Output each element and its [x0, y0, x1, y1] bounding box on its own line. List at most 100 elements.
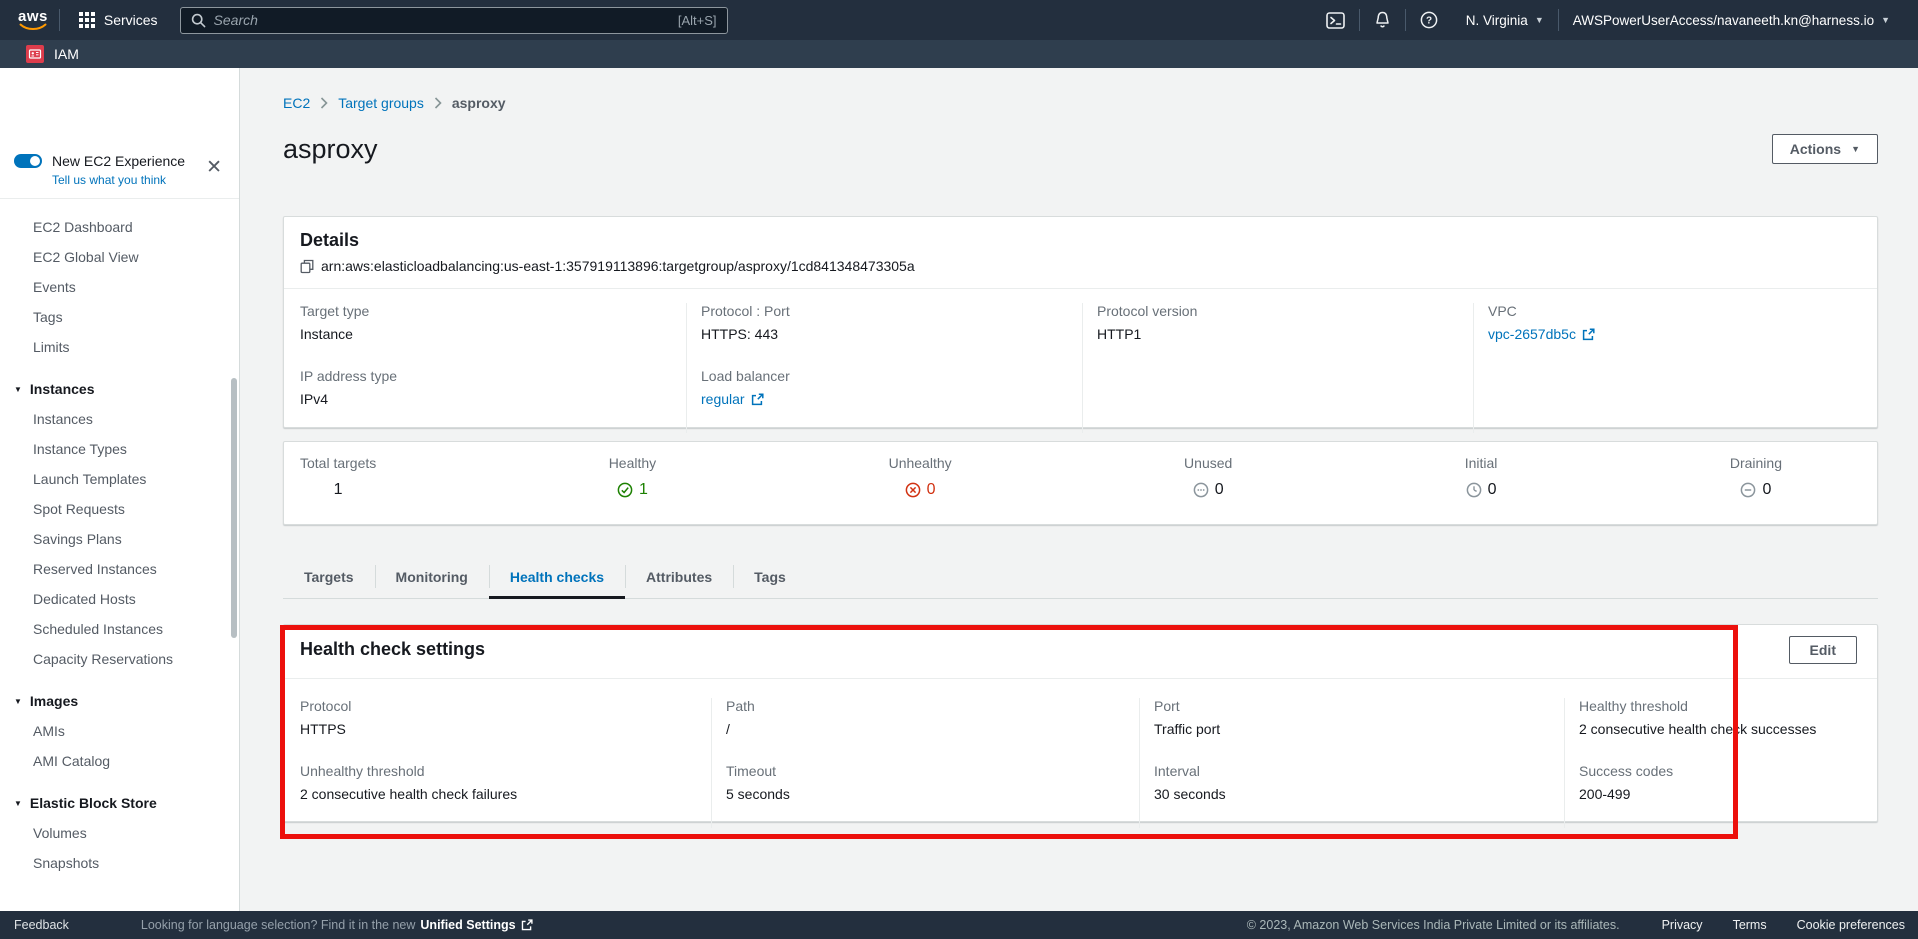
sidebar-item-reserved-instances[interactable]: Reserved Instances — [0, 554, 239, 584]
breadcrumb-ec2[interactable]: EC2 — [283, 95, 310, 111]
details-column-3: Protocol version HTTP1 — [1082, 303, 1473, 433]
services-label: Services — [104, 12, 158, 28]
close-icon[interactable]: ✕ — [206, 158, 222, 177]
sidebar-item-dedicated-hosts[interactable]: Dedicated Hosts — [0, 584, 239, 614]
search-icon — [191, 13, 206, 28]
external-link-icon — [1582, 328, 1595, 341]
field-label: VPC — [1488, 303, 1877, 319]
external-link-icon — [521, 919, 533, 931]
tab-health-checks[interactable]: Health checks — [489, 559, 625, 598]
field-value: 30 seconds — [1154, 786, 1564, 802]
vpc-link[interactable]: vpc-2657db5c — [1488, 326, 1595, 342]
sidebar-item-amis[interactable]: AMIs — [0, 716, 239, 746]
summary-total-targets: Total targets 1 — [300, 455, 376, 524]
sidebar-section-elastic-block-store[interactable]: ▼ Elastic Block Store — [0, 788, 239, 818]
field-label: Target type — [300, 303, 686, 319]
field-unhealthy-threshold: Unhealthy threshold 2 consecutive health… — [300, 763, 711, 802]
summary-value: 1 — [639, 481, 648, 499]
field-interval: Interval 30 seconds — [1154, 763, 1564, 802]
copyright-text: © 2023, Amazon Web Services India Privat… — [1247, 918, 1620, 932]
field-label: Load balancer — [701, 368, 1082, 384]
tell-us-link[interactable]: Tell us what you think — [52, 173, 225, 187]
tab-attributes[interactable]: Attributes — [625, 559, 733, 598]
privacy-link[interactable]: Privacy — [1662, 918, 1703, 932]
field-value: HTTPS: 443 — [701, 326, 1082, 342]
load-balancer-link-label: regular — [701, 391, 745, 407]
field-label: Port — [1154, 698, 1564, 714]
tab-tags[interactable]: Tags — [733, 559, 807, 598]
sidebar-item-instance-types[interactable]: Instance Types — [0, 434, 239, 464]
sidebar-item-volumes[interactable]: Volumes — [0, 818, 239, 848]
aws-logo[interactable]: aws — [18, 10, 48, 31]
summary-label: Total targets — [300, 455, 376, 471]
tab-monitoring[interactable]: Monitoring — [375, 559, 489, 598]
sidebar-section-images[interactable]: ▼ Images — [0, 686, 239, 716]
tab-targets[interactable]: Targets — [283, 559, 375, 598]
healthy-status-icon — [617, 482, 633, 498]
breadcrumb-separator-icon — [320, 97, 328, 109]
new-experience-block: New EC2 Experience Tell us what you thin… — [0, 68, 239, 199]
field-path: Path / — [726, 698, 1139, 737]
field-value: 2 consecutive health check successes — [1579, 721, 1877, 737]
region-label: N. Virginia — [1466, 13, 1528, 28]
sidebar-item-limits[interactable]: Limits — [0, 332, 239, 362]
summary-healthy: Healthy 1 — [609, 455, 656, 524]
sidebar-item-launch-templates[interactable]: Launch Templates — [0, 464, 239, 494]
global-search[interactable]: [Alt+S] — [180, 7, 728, 34]
sidebar-item-scheduled-instances[interactable]: Scheduled Instances — [0, 614, 239, 644]
cloudshell-terminal-icon — [1326, 12, 1345, 29]
cookie-preferences-link[interactable]: Cookie preferences — [1797, 918, 1905, 932]
sidebar-item-ec2-dashboard[interactable]: EC2 Dashboard — [0, 212, 239, 242]
region-selector[interactable]: N. Virginia ▼ — [1452, 0, 1558, 40]
sidebar-item-ami-catalog[interactable]: AMI Catalog — [0, 746, 239, 776]
chevron-down-icon: ▼ — [1851, 144, 1860, 154]
sidebar-item-instances[interactable]: Instances — [0, 404, 239, 434]
summary-label: Unused — [1184, 455, 1232, 471]
edit-button[interactable]: Edit — [1789, 636, 1857, 664]
search-input[interactable] — [214, 12, 678, 28]
sidebar-item-capacity-reservations[interactable]: Capacity Reservations — [0, 644, 239, 674]
account-menu[interactable]: AWSPowerUserAccess/navaneeth.kn@harness.… — [1559, 0, 1904, 40]
sidebar-section-label: Elastic Block Store — [30, 795, 157, 811]
summary-value: 0 — [1215, 481, 1224, 499]
triangle-down-icon: ▼ — [14, 799, 22, 808]
actions-button[interactable]: Actions ▼ — [1772, 134, 1878, 164]
sidebar-section-instances[interactable]: ▼ Instances — [0, 374, 239, 404]
unified-settings-link[interactable]: Unified Settings — [420, 918, 515, 932]
sidebar-item-spot-requests[interactable]: Spot Requests — [0, 494, 239, 524]
chevron-down-icon: ▼ — [1535, 15, 1544, 25]
copy-icon[interactable] — [300, 259, 314, 274]
top-nav-bar: aws Services [Alt+S] ? — [0, 0, 1918, 40]
iam-service-icon[interactable] — [26, 45, 44, 63]
sidebar-item-tags[interactable]: Tags — [0, 302, 239, 332]
field-port: Port Traffic port — [1154, 698, 1564, 737]
account-label: AWSPowerUserAccess/navaneeth.kn@harness.… — [1573, 13, 1874, 28]
main-content: EC2 Target groups asproxy asproxy Action… — [241, 68, 1918, 911]
sidebar-item-savings-plans[interactable]: Savings Plans — [0, 524, 239, 554]
feedback-link[interactable]: Feedback — [14, 918, 69, 932]
field-label: Unhealthy threshold — [300, 763, 711, 779]
health-check-title: Health check settings — [300, 639, 1857, 660]
help-button[interactable]: ? — [1406, 0, 1452, 40]
health-check-grid: Protocol HTTPS Unhealthy threshold 2 con… — [284, 679, 1877, 819]
health-check-column-1: Protocol HTTPS Unhealthy threshold 2 con… — [284, 698, 711, 828]
breadcrumb-target-groups[interactable]: Target groups — [338, 95, 424, 111]
field-value: 200-499 — [1579, 786, 1877, 802]
sidebar-item-snapshots[interactable]: Snapshots — [0, 848, 239, 878]
summary-label: Initial — [1465, 455, 1498, 471]
sidebar-scrollbar[interactable] — [231, 378, 237, 638]
summary-value: 0 — [927, 481, 936, 499]
notifications-button[interactable] — [1360, 0, 1405, 40]
health-check-settings-panel: Health check settings Edit Protocol HTTP… — [283, 624, 1878, 822]
cloudshell-button[interactable] — [1312, 0, 1359, 40]
summary-unhealthy: Unhealthy 0 — [889, 455, 952, 524]
terms-link[interactable]: Terms — [1733, 918, 1767, 932]
load-balancer-link[interactable]: regular — [701, 391, 764, 407]
field-timeout: Timeout 5 seconds — [726, 763, 1139, 802]
footer-right-group: © 2023, Amazon Web Services India Privat… — [1247, 918, 1905, 932]
sidebar-item-events[interactable]: Events — [0, 272, 239, 302]
services-menu-button[interactable]: Services — [71, 0, 166, 40]
iam-service-link[interactable]: IAM — [54, 46, 79, 62]
sidebar-item-ec2-global-view[interactable]: EC2 Global View — [0, 242, 239, 272]
new-experience-toggle[interactable] — [14, 154, 42, 168]
